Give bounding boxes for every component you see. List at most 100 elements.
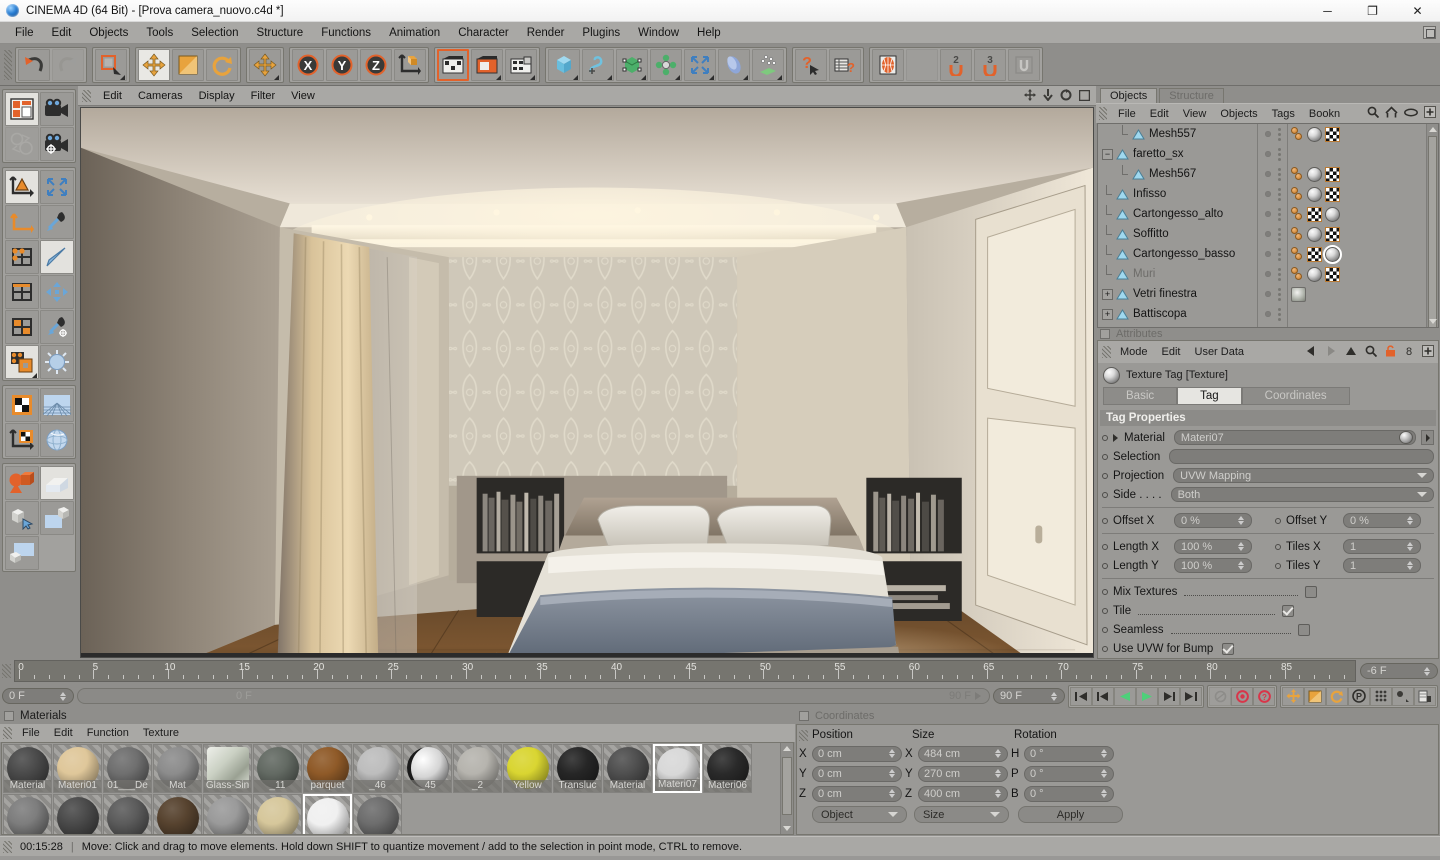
help-cursor-button[interactable]: ? [795, 48, 827, 81]
back-arrow-icon[interactable] [1305, 345, 1317, 360]
position-key-button[interactable] [1282, 686, 1304, 706]
field-projection[interactable]: Projection UVW Mapping [1098, 466, 1438, 485]
uvw-tag-icon[interactable] [1325, 126, 1340, 142]
plus-icon[interactable] [1422, 345, 1434, 360]
size-mode-select[interactable]: Size [914, 806, 1009, 823]
texture-axis-button[interactable] [4, 422, 39, 457]
brush-target-button[interactable] [39, 309, 74, 344]
visibility-dots-icon[interactable] [1277, 307, 1281, 321]
object-row[interactable]: Infisso [1098, 184, 1257, 204]
menu-item-file[interactable]: File [6, 22, 43, 44]
object-row[interactable]: − faretto_sx [1098, 144, 1257, 164]
viewport-grip[interactable] [82, 89, 91, 102]
use-uvw-bump-checkbox[interactable] [1222, 642, 1235, 655]
attr-tab-tag[interactable]: Tag [1177, 387, 1242, 405]
object-row[interactable]: + Vetri finestra [1098, 284, 1257, 304]
menu-item-structure[interactable]: Structure [248, 22, 313, 44]
material-swatch[interactable]: Mat [153, 744, 202, 793]
status-grip[interactable] [3, 840, 12, 853]
offset-x-input[interactable]: 0 % [1174, 513, 1252, 528]
material-input[interactable]: Materi07 [1173, 430, 1416, 445]
lock-y-button[interactable]: Y [326, 48, 358, 81]
object-menu-tags[interactable]: Tags [1265, 104, 1302, 124]
scroll-thumb[interactable] [782, 757, 792, 815]
length-x-input[interactable]: 100 % [1174, 539, 1252, 554]
field-use-uvw-bump[interactable]: Use UVW for Bump [1098, 639, 1438, 658]
object-visibility-dots[interactable] [1258, 324, 1287, 327]
enable-dot-icon[interactable] [1264, 231, 1271, 237]
object-visibility-dots[interactable] [1258, 224, 1287, 244]
scroll-up-icon[interactable] [783, 746, 791, 751]
timeline-offset-stepper[interactable] [1422, 666, 1431, 676]
live-selection-button[interactable] [95, 48, 127, 81]
flat-shading-button[interactable] [4, 535, 39, 570]
point-mode-button[interactable] [4, 239, 39, 274]
timeline-ruler[interactable]: 0 5 10 15 20 25 30 35 40 45 50 55 60 65 70 75 80 85 90 [14, 660, 1356, 682]
viewport-menu-display[interactable]: Display [191, 86, 243, 106]
phong-tag-icon[interactable] [1291, 166, 1304, 182]
add-particles-button[interactable] [752, 48, 784, 81]
scroll-thumb[interactable] [1428, 136, 1437, 327]
object-tree-scrollbar[interactable] [1426, 124, 1438, 327]
texture-tag-icon[interactable] [1307, 126, 1322, 142]
uvw-tag-icon[interactable] [1307, 246, 1322, 262]
menu-item-help[interactable]: Help [688, 22, 730, 44]
enable-dot-icon[interactable] [1264, 131, 1271, 137]
enable-dot-icon[interactable] [1264, 311, 1271, 317]
enable-dot-icon[interactable] [1264, 251, 1271, 257]
add-nurbs-button[interactable] [616, 48, 648, 81]
camera-button[interactable] [39, 91, 74, 126]
uvw-tag-icon[interactable] [1325, 226, 1340, 242]
size-input[interactable]: 400 cm [918, 785, 1008, 802]
object-menu-bookn[interactable]: Bookn [1302, 104, 1347, 124]
add-deformer-button[interactable] [684, 48, 716, 81]
position-stepper[interactable] [887, 769, 896, 778]
object-visibility-dots[interactable] [1258, 164, 1287, 184]
object-visibility-dots[interactable] [1258, 144, 1287, 164]
knife-tool-button[interactable] [39, 239, 74, 274]
enable-dot-icon[interactable] [1264, 211, 1271, 217]
rotation-input[interactable]: 0 ° [1024, 745, 1114, 762]
global-snap-button[interactable] [872, 48, 904, 81]
object-menu-edit[interactable]: Edit [1143, 104, 1176, 124]
material-swatch[interactable]: 01___De [103, 744, 152, 793]
lock-z-button[interactable]: Z [360, 48, 392, 81]
side-select[interactable]: Both [1170, 487, 1434, 502]
object-tags[interactable] [1288, 324, 1426, 327]
magnet-tool-button[interactable] [39, 204, 74, 239]
material-swatch[interactable]: _45 [403, 744, 452, 793]
materials-menu-file[interactable]: File [15, 724, 47, 742]
end-frame-stepper[interactable] [1049, 691, 1058, 701]
object-row[interactable]: Cartongesso_alto [1098, 204, 1257, 224]
keyframe-mode-button[interactable] [1414, 686, 1436, 706]
uvw-tag-icon[interactable] [1307, 206, 1322, 222]
autokey-button[interactable] [1209, 686, 1231, 706]
rotate-tool-button[interactable] [206, 48, 238, 81]
scroll-down-icon[interactable] [783, 826, 791, 831]
field-mix-textures[interactable]: Mix Textures [1098, 582, 1438, 601]
add-cube-button[interactable] [548, 48, 580, 81]
phong-tag-icon[interactable] [1291, 226, 1304, 242]
quick-shading-button[interactable] [39, 500, 74, 535]
scale-tool-button[interactable] [172, 48, 204, 81]
field-tile[interactable]: Tile [1098, 601, 1438, 620]
object-row[interactable]: Soffitto [1098, 224, 1257, 244]
menu-item-plugins[interactable]: Plugins [573, 22, 629, 44]
maximize-button[interactable]: ❐ [1350, 0, 1395, 22]
rotate-view-icon[interactable] [1060, 89, 1072, 104]
menu-item-functions[interactable]: Functions [312, 22, 380, 44]
undo-button[interactable] [18, 48, 50, 81]
menu-item-animation[interactable]: Animation [380, 22, 449, 44]
texture-tag-icon[interactable] [1325, 206, 1340, 222]
step-forward-button[interactable] [1158, 686, 1180, 706]
materials-menu-texture[interactable]: Texture [136, 724, 186, 742]
materials-collapse-box[interactable] [4, 711, 14, 721]
visibility-dots-icon[interactable] [1277, 187, 1281, 201]
size-input[interactable]: 270 cm [918, 765, 1008, 782]
tab-structure[interactable]: Structure [1159, 88, 1224, 103]
expander-icon[interactable]: − [1102, 148, 1113, 160]
object-manager-grip[interactable] [1099, 107, 1107, 120]
projection-select[interactable]: UVW Mapping [1173, 468, 1434, 483]
tiles-x-stepper[interactable] [1405, 542, 1414, 551]
object-mode-button[interactable] [4, 169, 39, 204]
